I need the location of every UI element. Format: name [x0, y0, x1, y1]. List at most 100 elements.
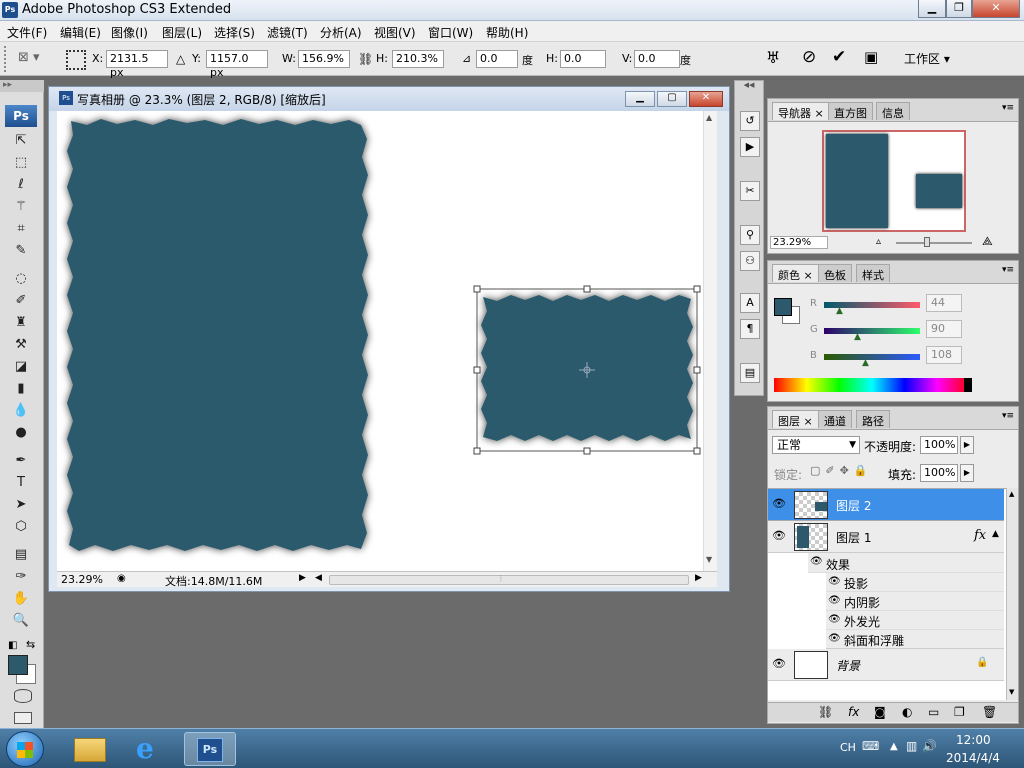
- horizontal-scrollbar[interactable]: ⦙: [329, 574, 689, 585]
- b-slider-thumb-icon[interactable]: ▲: [862, 358, 869, 368]
- zoom-out-icon[interactable]: ▵: [876, 236, 881, 247]
- layers-scroll-down-icon[interactable]: ▼: [1009, 688, 1014, 696]
- menu-select[interactable]: 选择(S): [214, 24, 255, 41]
- pen-tool-icon[interactable]: ✒: [10, 452, 32, 470]
- slice-tool-icon[interactable]: ✎: [10, 242, 32, 260]
- opacity-field[interactable]: 100%: [920, 436, 958, 454]
- language-indicator[interactable]: CH: [840, 741, 856, 754]
- minimize-button[interactable]: ▁: [918, 0, 946, 18]
- commit-transform-icon[interactable]: ✔: [832, 47, 846, 67]
- tab-styles[interactable]: 样式: [856, 264, 890, 282]
- menu-file[interactable]: 文件(F): [7, 24, 47, 41]
- effect-row-outer-glow[interactable]: 👁 外发光: [826, 611, 1004, 630]
- crop-tool-icon[interactable]: ⌗: [10, 220, 32, 238]
- restore-button[interactable]: ❐: [946, 0, 972, 18]
- close-button[interactable]: ✕: [972, 0, 1020, 18]
- g-value-field[interactable]: 90: [926, 320, 962, 338]
- character-panel-icon[interactable]: A: [740, 293, 760, 313]
- tab-histogram[interactable]: 直方图: [828, 102, 873, 120]
- effects-expand-icon[interactable]: ▲: [992, 529, 999, 539]
- actions-panel-icon[interactable]: ▶: [740, 137, 760, 157]
- tray-expand-icon[interactable]: ▲: [890, 741, 898, 752]
- delete-layer-icon[interactable]: 🗑: [982, 705, 997, 719]
- keyboard-icon[interactable]: ⌨: [862, 739, 879, 753]
- effects-group-row[interactable]: 👁 效果: [808, 553, 1004, 573]
- rotate-field[interactable]: 0.0: [476, 50, 518, 68]
- tab-channels[interactable]: 通道: [818, 410, 852, 428]
- lock-icons[interactable]: ▢✐✥🔒: [810, 464, 873, 477]
- taskbar-explorer[interactable]: [64, 732, 116, 766]
- layer2-name[interactable]: 图层 2: [836, 497, 871, 514]
- y-field[interactable]: 1157.0 px: [206, 50, 268, 79]
- move-tool-icon[interactable]: ⇱: [10, 132, 32, 150]
- dodge-tool-icon[interactable]: ●: [10, 424, 32, 442]
- volume-icon[interactable]: 🔊: [922, 739, 937, 753]
- doc-close-button[interactable]: ✕: [689, 91, 723, 107]
- clone-stamp-icon[interactable]: ♜: [10, 314, 32, 332]
- navigator-menu-icon[interactable]: ▾≡: [1002, 103, 1014, 113]
- reference-point-icon[interactable]: [66, 50, 86, 70]
- navigator-zoom-field[interactable]: 23.29%: [770, 236, 828, 249]
- tool-preset-icon[interactable]: ⊠ ▾: [18, 50, 48, 68]
- blend-mode-select[interactable]: 正常 ▼: [772, 436, 860, 454]
- effect-row-bevel-emboss[interactable]: 👁 斜面和浮雕: [826, 630, 1004, 649]
- taskbar-ie[interactable]: e: [124, 732, 176, 766]
- layer-row-layer2[interactable]: 👁 图层 2: [768, 489, 1004, 521]
- taskbar-photoshop[interactable]: Ps: [184, 732, 236, 766]
- screen-mode-icon[interactable]: [14, 712, 32, 724]
- layer-comps-icon[interactable]: ▤: [740, 363, 760, 383]
- new-layer-icon[interactable]: ❐: [954, 705, 965, 719]
- b-slider[interactable]: [824, 354, 920, 360]
- brushes-panel-icon[interactable]: ⚲: [740, 225, 760, 245]
- color-menu-icon[interactable]: ▾≡: [1002, 265, 1014, 275]
- r-value-field[interactable]: 44: [926, 294, 962, 312]
- doc-minimize-button[interactable]: ▁: [625, 91, 655, 107]
- tab-swatches[interactable]: 色板: [818, 264, 852, 282]
- opacity-arrow-icon[interactable]: ▶: [960, 436, 974, 454]
- status-menu-icon[interactable]: ◉: [117, 573, 126, 584]
- doc-maximize-button[interactable]: ▢: [657, 91, 687, 107]
- vertical-scrollbar[interactable]: ▲ ▼: [703, 111, 717, 571]
- clock-time[interactable]: 12:00: [956, 733, 991, 747]
- bridge-icon[interactable]: ▣: [864, 48, 878, 66]
- ps-logo[interactable]: Ps: [5, 105, 37, 127]
- menu-layer[interactable]: 图层(L): [162, 24, 202, 41]
- history-panel-icon[interactable]: ↺: [740, 111, 760, 131]
- menu-help[interactable]: 帮助(H): [486, 24, 528, 41]
- warp-icon[interactable]: ♅: [766, 48, 780, 67]
- cancel-transform-icon[interactable]: ⊘: [802, 47, 816, 67]
- b-value-field[interactable]: 108: [926, 346, 962, 364]
- effect-row-drop-shadow[interactable]: 👁 投影: [826, 573, 1004, 592]
- layers-scroll-up-icon[interactable]: ▲: [1009, 490, 1014, 498]
- r-slider-thumb-icon[interactable]: ▲: [836, 306, 843, 316]
- magic-wand-icon[interactable]: ⚚: [10, 198, 32, 216]
- effect-row-inner-shadow[interactable]: 👁 内阴影: [826, 592, 1004, 611]
- tab-navigator[interactable]: 导航器 ×: [772, 102, 830, 120]
- toolbox-collapse-icon[interactable]: ▸▸: [0, 80, 44, 92]
- spectrum-black-swatch[interactable]: [964, 378, 972, 392]
- notes-tool-icon[interactable]: ▤: [10, 546, 32, 564]
- color-spectrum-bar[interactable]: [774, 378, 970, 392]
- brush-tool-icon[interactable]: ✐: [10, 292, 32, 310]
- g-slider[interactable]: [824, 328, 920, 334]
- lasso-tool-icon[interactable]: ℓ: [10, 176, 32, 194]
- paragraph-panel-icon[interactable]: ¶: [740, 319, 760, 339]
- effect-eye-icon[interactable]: 👁: [828, 576, 841, 587]
- options-grip[interactable]: [4, 46, 14, 72]
- menu-image[interactable]: 图像(I): [111, 24, 148, 41]
- type-tool-icon[interactable]: T: [10, 474, 32, 492]
- width-field[interactable]: 156.9%: [298, 50, 350, 68]
- menu-filter[interactable]: 滤镜(T): [267, 24, 308, 41]
- fill-arrow-icon[interactable]: ▶: [960, 464, 974, 482]
- layer-row-background[interactable]: 👁 背景 🔒: [768, 649, 1004, 681]
- path-selection-icon[interactable]: ➤: [10, 496, 32, 514]
- blur-tool-icon[interactable]: 💧: [10, 402, 32, 420]
- g-slider-thumb-icon[interactable]: ▲: [854, 332, 861, 342]
- tab-info[interactable]: 信息: [876, 102, 910, 120]
- adjustment-layer-icon[interactable]: ◐: [902, 705, 912, 719]
- zoom-in-icon[interactable]: ⟁: [982, 234, 993, 249]
- quick-mask-icon[interactable]: [14, 689, 32, 703]
- x-field[interactable]: 2131.5 px: [106, 50, 168, 79]
- swap-colors-icon[interactable]: ⇆: [26, 638, 35, 651]
- layers-menu-icon[interactable]: ▾≡: [1002, 411, 1014, 421]
